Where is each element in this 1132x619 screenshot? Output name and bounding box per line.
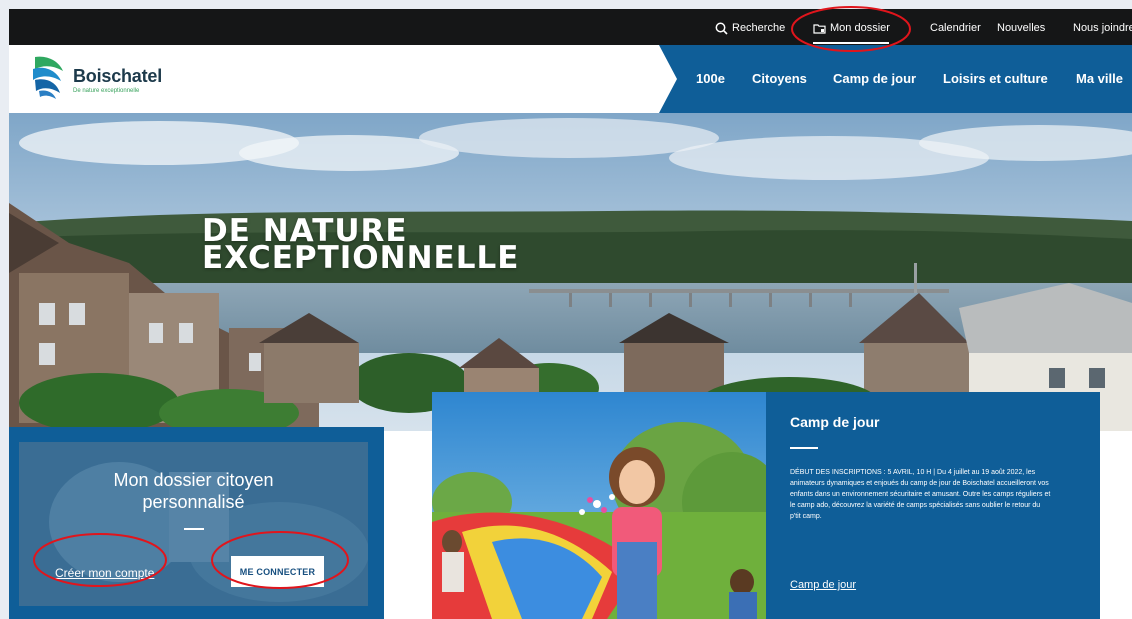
nav-item-camp-de-jour[interactable]: Camp de jour <box>833 71 916 89</box>
camp-description: DÉBUT DES INSCRIPTIONS : 5 AVRIL, 10 H |… <box>790 469 1051 520</box>
contact-label: Nous joindre <box>1073 22 1132 34</box>
citizen-dossier-card: Mon dossier citoyen personnalisé Créer m… <box>19 442 368 606</box>
calendar-link[interactable]: Calendrier <box>930 20 981 36</box>
citizen-box-title: Mon dossier citoyen personnalisé <box>19 469 368 513</box>
site-header: Boischatel De nature exceptionnelle 100e… <box>9 45 1132 113</box>
nav-item-loisirs-culture[interactable]: Loisirs et culture <box>943 71 1048 89</box>
contact-link[interactable]: Nous joindre <box>1073 20 1132 36</box>
search-label: Recherche <box>732 22 786 34</box>
hero-title: DE NATURE EXCEPTIONNELLE <box>202 216 520 276</box>
camp-info-panel: Camp de jour DÉBUT DES INSCRIPTIONS : 5 … <box>766 392 1100 619</box>
hero-banner: DE NATURE EXCEPTIONNELLE <box>9 113 1132 431</box>
citizen-dossier-box: Mon dossier citoyen personnalisé Créer m… <box>9 427 384 619</box>
calendar-label: Calendrier <box>930 22 981 34</box>
search-icon <box>715 22 728 35</box>
citizen-title-line2: personnalisé <box>142 492 245 512</box>
camp-divider <box>790 447 818 449</box>
connect-button[interactable]: ME CONNECTER <box>231 556 324 587</box>
folder-icon <box>813 23 826 34</box>
news-link[interactable]: Nouvelles <box>997 20 1045 36</box>
hero-landscape-image <box>9 113 1132 431</box>
nav-item-citoyens[interactable]: Citoyens <box>752 71 807 89</box>
page: Recherche Mon dossier Calendrier Nouvell… <box>9 9 1132 619</box>
hero-title-line2: EXCEPTIONNELLE <box>202 240 520 276</box>
news-label: Nouvelles <box>997 22 1046 34</box>
camp-photo[interactable] <box>432 392 766 619</box>
logo-tagline: De nature exceptionnelle <box>73 88 140 94</box>
search-link[interactable]: Recherche <box>715 20 785 36</box>
create-account-link[interactable]: Créer mon compte <box>55 566 154 580</box>
nav-item-ma-ville[interactable]: Ma ville <box>1076 71 1123 89</box>
mon-dossier-link[interactable]: Mon dossier <box>813 20 890 36</box>
citizen-title-line1: Mon dossier citoyen <box>113 470 274 490</box>
logo-icon <box>33 56 63 99</box>
active-underline <box>813 42 889 44</box>
nav-item-100e[interactable]: 100e <box>696 71 725 89</box>
camp-link[interactable]: Camp de jour <box>790 579 856 591</box>
site-logo[interactable]: Boischatel De nature exceptionnelle <box>29 53 189 105</box>
camp-children-image <box>432 392 766 619</box>
logo-name: Boischatel <box>73 66 163 86</box>
title-divider <box>184 528 204 530</box>
dossier-label: Mon dossier <box>830 22 890 34</box>
utility-bar: Recherche Mon dossier Calendrier Nouvell… <box>9 9 1132 45</box>
camp-title: Camp de jour <box>790 414 880 430</box>
